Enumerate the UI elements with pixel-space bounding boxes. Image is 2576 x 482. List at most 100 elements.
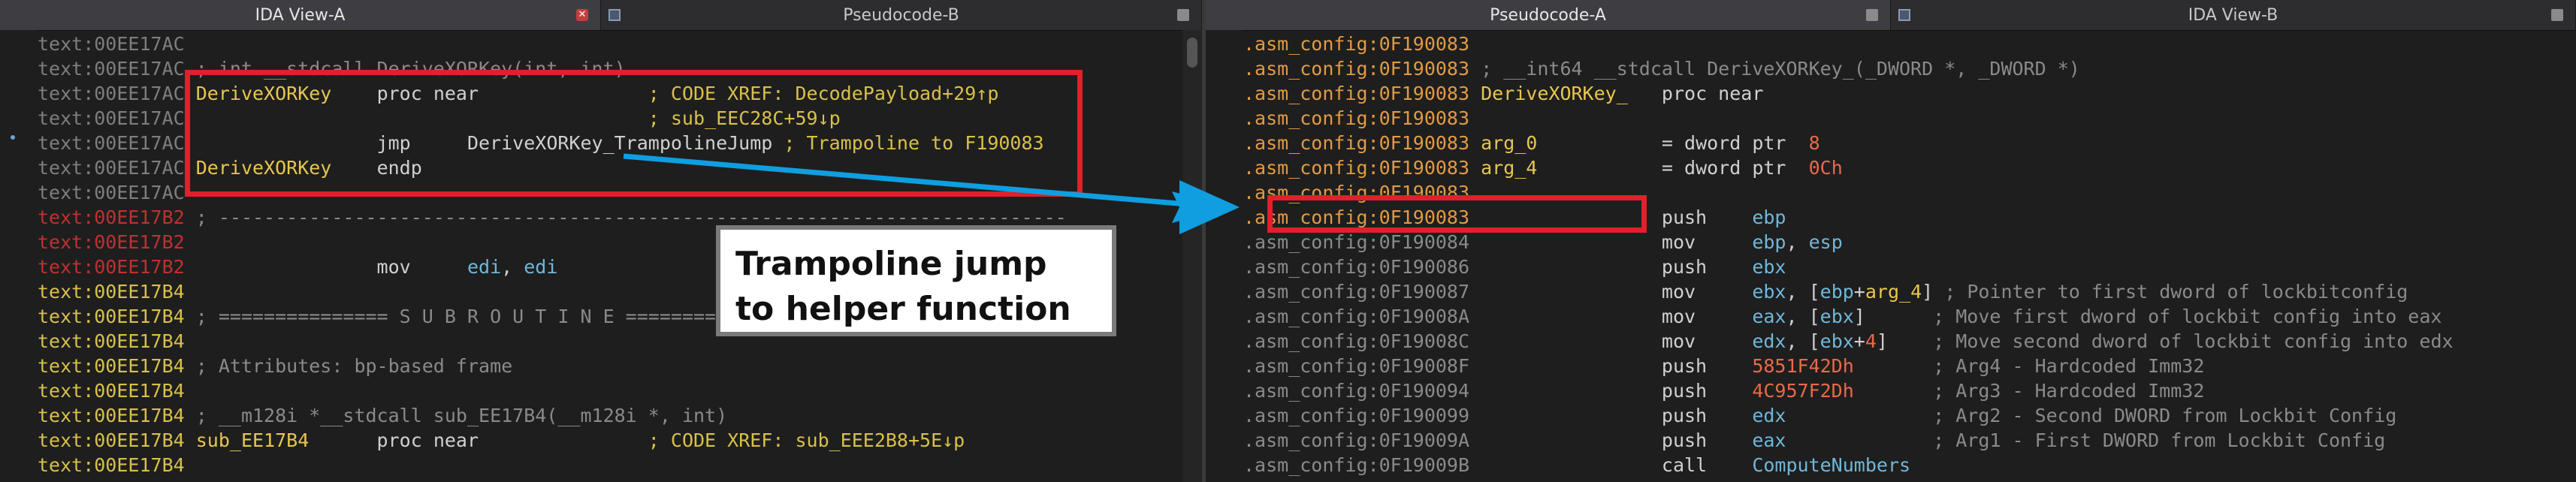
line-instruction: arg_0 = dword ptr 8 bbox=[1481, 132, 1820, 154]
left-vertical-scrollbar[interactable] bbox=[1182, 30, 1202, 482]
line-address: text:00EE17B2 bbox=[38, 206, 185, 228]
annotation-callout: Trampoline jump to helper function bbox=[716, 225, 1116, 336]
code-line[interactable]: .asm_config:0F19009A push eax ; Arg1 - F… bbox=[1243, 428, 2385, 453]
line-instruction: mov edx, [ebx+4] ; Move second dword of … bbox=[1469, 330, 2454, 352]
line-address: .asm_config:0F190094 bbox=[1243, 380, 1470, 402]
scrollbar-thumb[interactable] bbox=[1187, 38, 1197, 68]
breakpoint-dot-icon bbox=[11, 135, 15, 140]
code-line[interactable]: .asm_config:0F190083 arg_4 = dword ptr 0… bbox=[1243, 155, 1843, 180]
line-address: .asm_config:0F19008A bbox=[1243, 306, 1470, 327]
left-tab-bar: IDA View-A ✕ Pseudocode-B bbox=[0, 0, 1202, 31]
code-line[interactable]: text:00EE17B4 sub_EE17B4 proc near ; COD… bbox=[38, 428, 965, 453]
tab-ida-view-b[interactable]: IDA View-B bbox=[1891, 0, 2576, 30]
code-line[interactable]: .asm_config:0F190087 mov ebx, [ebp+arg_4… bbox=[1243, 279, 2408, 304]
code-line[interactable]: text:00EE17B4 bbox=[38, 279, 185, 304]
code-line[interactable]: .asm_config:0F190083 DeriveXORKey_ proc … bbox=[1243, 81, 1763, 106]
line-address: .asm_config:0F19009A bbox=[1243, 429, 1470, 451]
code-line[interactable]: .asm_config:0F190084 mov ebp, esp bbox=[1243, 230, 1843, 255]
tab-label: Pseudocode-A bbox=[1490, 5, 1606, 25]
code-line[interactable]: .asm_config:0F190099 push edx ; Arg2 - S… bbox=[1243, 403, 2396, 428]
tab-pseudocode-a[interactable]: Pseudocode-A bbox=[1206, 0, 1891, 30]
line-address: text:00EE17AC bbox=[38, 58, 185, 80]
line-address: text:00EE17AC bbox=[38, 157, 185, 179]
code-line[interactable]: .asm_config:0F190086 push ebx bbox=[1243, 255, 1786, 279]
line-address: .asm_config:0F190083 bbox=[1243, 157, 1470, 179]
line-instruction: push ebx bbox=[1469, 256, 1786, 278]
line-address: .asm_config:0F190083 bbox=[1243, 33, 1470, 55]
code-line[interactable]: .asm_config:0F190083 bbox=[1243, 106, 1469, 131]
line-address: text:00EE17B4 bbox=[38, 380, 185, 402]
highlight-box-trampoline bbox=[185, 70, 1083, 197]
code-line[interactable]: text:00EE17B4 var_128 = dword ptr -128h bbox=[38, 477, 569, 482]
callout-line-1: Trampoline jump bbox=[735, 245, 1047, 283]
right-code-listing[interactable]: .asm_config:0F190083 .asm_config:0F190083… bbox=[1243, 30, 2553, 482]
line-address: .asm_config:0F19008F bbox=[1243, 355, 1470, 377]
line-address: text:00EE17B4 bbox=[38, 454, 185, 476]
tab-ida-view-a[interactable]: IDA View-A ✕ bbox=[0, 0, 601, 30]
line-address: text:00EE17AC bbox=[38, 83, 185, 104]
code-line[interactable]: .asm_config:0F190083 bbox=[1243, 32, 1469, 56]
line-instruction: ; __m128i *__stdcall sub_EE17B4(__m128i … bbox=[195, 405, 728, 426]
code-line[interactable]: text:00EE17B4 bbox=[38, 378, 185, 403]
tab-pseudocode-b[interactable]: Pseudocode-B bbox=[601, 0, 1202, 30]
line-address: text:00EE17B4 bbox=[38, 306, 185, 327]
pseudocode-window-icon bbox=[609, 9, 621, 21]
line-instruction: push 5851F42Dh ; Arg4 - Hardcoded Imm32 bbox=[1469, 355, 2205, 377]
code-line[interactable]: .asm_config:0F190094 push 4C957F2Dh ; Ar… bbox=[1243, 378, 2204, 403]
line-instruction: ; Attributes: bp-based frame bbox=[195, 355, 513, 377]
code-line[interactable]: .asm_config:0F19009B call ComputeNumbers bbox=[1243, 453, 1910, 477]
line-address: .asm_config:0F190083 bbox=[1243, 132, 1470, 154]
line-address: .asm_config:0F190099 bbox=[1243, 405, 1470, 426]
close-icon[interactable] bbox=[1177, 9, 1189, 21]
line-address: .asm_config:0F19008C bbox=[1243, 330, 1470, 352]
line-address: text:00EE17B4 bbox=[38, 281, 185, 303]
close-icon[interactable] bbox=[2551, 9, 2563, 21]
line-instruction: arg_4 = dword ptr 0Ch bbox=[1481, 157, 1843, 179]
code-line[interactable]: .asm_config:0F19008A mov eax, [ebx] ; Mo… bbox=[1243, 304, 2442, 329]
close-icon[interactable] bbox=[1866, 9, 1878, 21]
right-tab-bar: Pseudocode-A IDA View-B bbox=[1206, 0, 2576, 31]
tab-label: Pseudocode-B bbox=[843, 5, 959, 25]
line-address: text:00EE17B4 bbox=[38, 330, 185, 352]
line-address: text:00EE17AC bbox=[38, 132, 185, 154]
highlight-box-push-ebp bbox=[1267, 195, 1647, 233]
line-address: .asm_config:0F190084 bbox=[1243, 231, 1470, 253]
line-address: .asm_config:0F190083 bbox=[1243, 83, 1470, 104]
line-address: text:00EE17B4 bbox=[38, 429, 185, 451]
line-address: .asm_config:0F190087 bbox=[1243, 281, 1470, 303]
code-line[interactable]: text:00EE17B4 bbox=[38, 453, 185, 477]
code-line[interactable]: .asm_config:0F190083 ; __int64 __stdcall… bbox=[1243, 56, 2080, 81]
code-line[interactable]: text:00EE17B4 ; __m128i *__stdcall sub_E… bbox=[38, 403, 727, 428]
code-line[interactable]: .asm_config:0F19008F push 5851F42Dh ; Ar… bbox=[1243, 354, 2204, 378]
right-gutter bbox=[1206, 30, 1243, 482]
line-address: .asm_config:0F190083 bbox=[1243, 58, 1470, 80]
code-line[interactable]: .asm_config:0F190083 arg_0 = dword ptr 8 bbox=[1243, 131, 1820, 155]
code-line[interactable]: text:00EE17B2 mov edi, edi bbox=[38, 255, 557, 279]
right-disassembly-pane: Pseudocode-A IDA View-B .asm_config:0F19… bbox=[1206, 0, 2576, 482]
code-line[interactable]: text:00EE17B4 ; Attributes: bp-based fra… bbox=[38, 354, 512, 378]
line-address: text:00EE17B2 bbox=[38, 256, 185, 278]
line-instruction: mov edi, edi bbox=[184, 256, 558, 278]
line-address: text:00EE17B2 bbox=[38, 231, 185, 253]
tab-label: IDA View-A bbox=[255, 5, 346, 25]
line-instruction: mov ebp, esp bbox=[1469, 231, 1843, 253]
code-line[interactable]: .asm_config:0F19008C mov edx, [ebx+4] ; … bbox=[1243, 329, 2454, 354]
line-address: text:00EE17AC bbox=[38, 107, 185, 129]
code-line[interactable]: text:00EE17AC bbox=[38, 180, 185, 205]
tab-label: IDA View-B bbox=[2188, 5, 2279, 25]
line-instruction: push edx ; Arg2 - Second DWORD from Lock… bbox=[1469, 405, 2397, 426]
left-gutter bbox=[0, 30, 38, 482]
line-address: text:00EE17B4 bbox=[38, 355, 185, 377]
line-instruction: ; __int64 __stdcall DeriveXORKey_(_DWORD… bbox=[1481, 58, 2080, 80]
code-line[interactable]: text:00EE17AC bbox=[38, 32, 185, 56]
disassembly-window-icon bbox=[1898, 9, 1910, 21]
line-address: .asm_config:0F19009B bbox=[1243, 454, 1470, 476]
code-line[interactable]: text:00EE17B2 bbox=[38, 230, 185, 255]
line-instruction: call ComputeNumbers bbox=[1469, 454, 1911, 476]
code-line[interactable]: text:00EE17B4 bbox=[38, 329, 185, 354]
close-icon[interactable]: ✕ bbox=[576, 9, 588, 21]
line-address: text:00EE17AC bbox=[38, 33, 185, 55]
line-instruction: push eax ; Arg1 - First DWORD from Lockb… bbox=[1469, 429, 2386, 451]
line-instruction: mov eax, [ebx] ; Move first dword of loc… bbox=[1469, 306, 2442, 327]
line-instruction: sub_EE17B4 proc near ; CODE XREF: sub_EE… bbox=[195, 429, 965, 451]
